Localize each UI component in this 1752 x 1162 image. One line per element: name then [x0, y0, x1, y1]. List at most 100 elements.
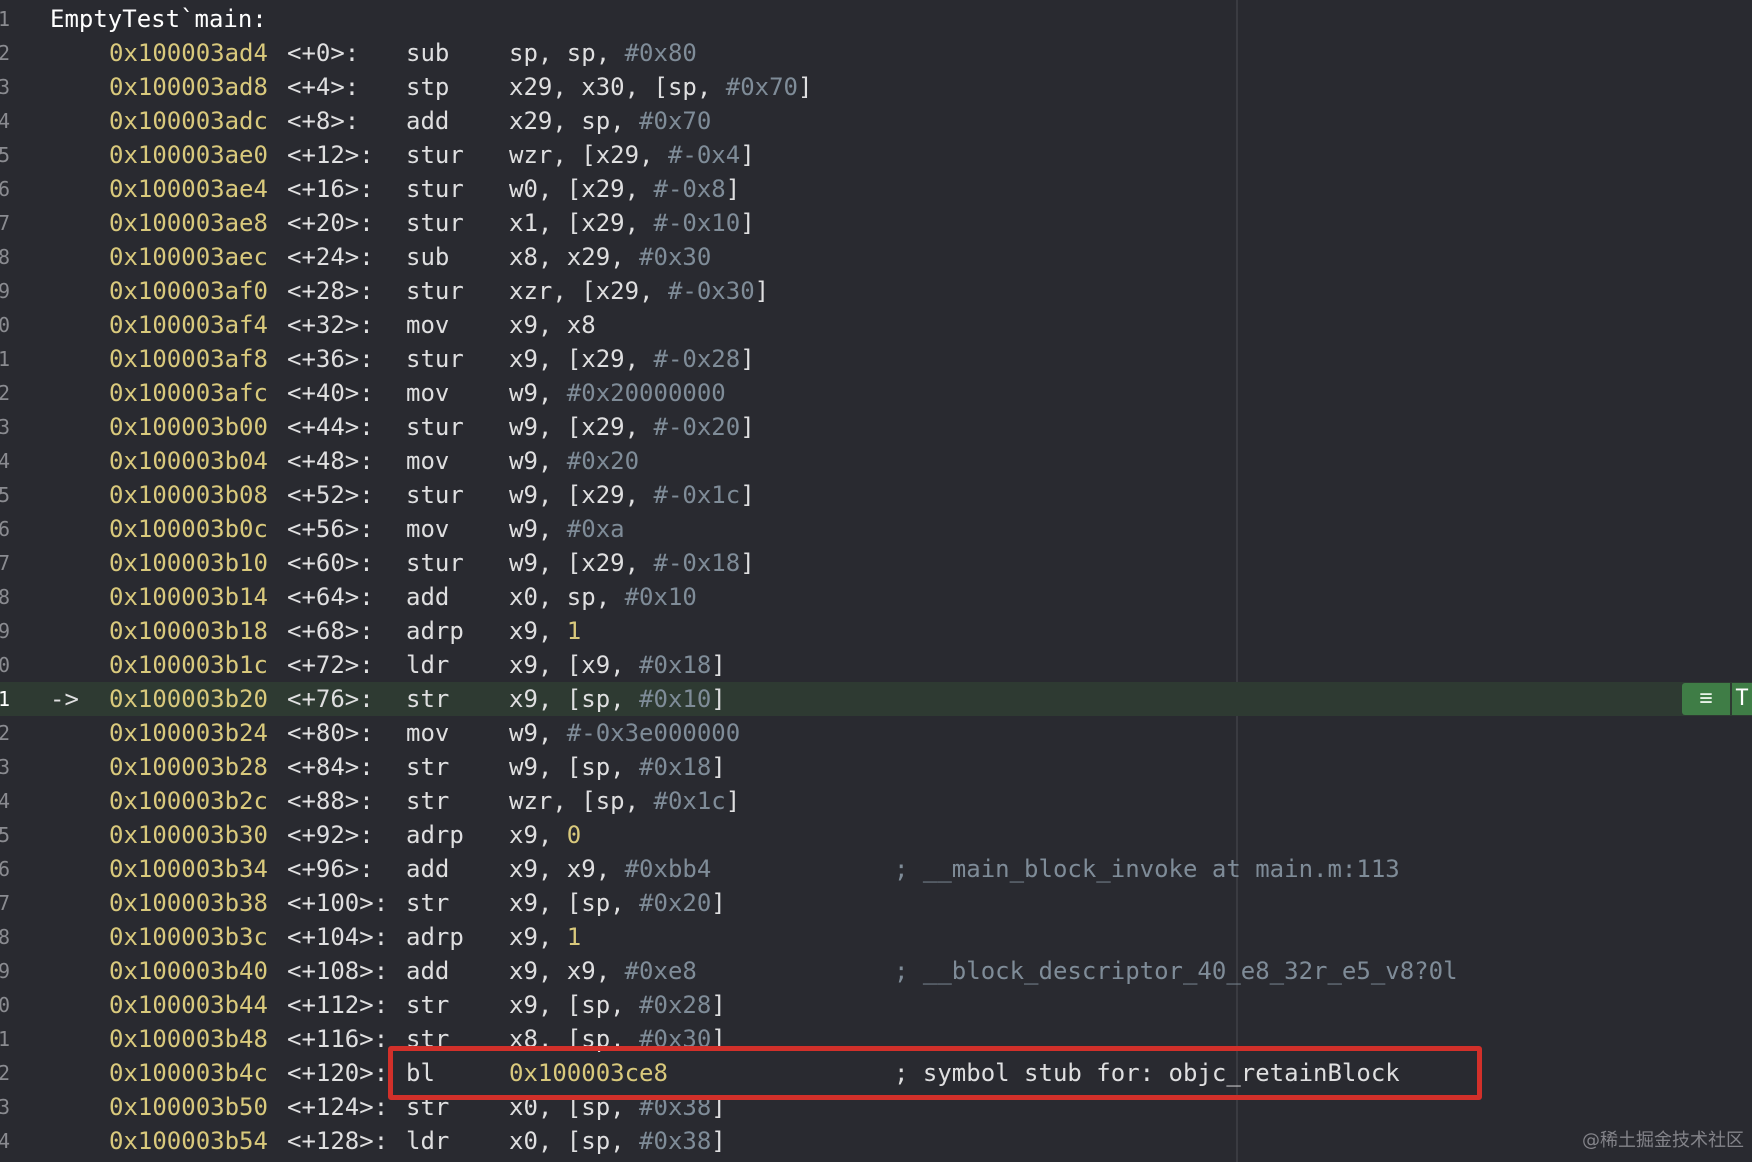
instruction-line[interactable]: 3 0x100003b28 <+84>: str w9, [sp, #0x18] — [0, 750, 1752, 784]
instruction-line[interactable]: 8 0x100003aec <+24>: sub x8, x29, #0x30 — [0, 240, 1752, 274]
instruction-line[interactable]: 9 0x100003af0 <+28>: stur xzr, [x29, #-0x30] — [0, 274, 1752, 308]
instruction-line[interactable]: 4 0x100003b54 <+128>: ldr x0, [sp, #0x38] — [0, 1124, 1752, 1158]
line-number[interactable]: 8 — [0, 580, 10, 614]
instruction-line[interactable]: 2 0x100003afc <+40>: mov w9, #0x20000000 — [0, 376, 1752, 410]
disassembly-listing[interactable]: 1 EmptyTest`main: 2 0x100003ad4 <+0>: sub sp, … — [0, 2, 1752, 1158]
line-number[interactable]: 1 — [0, 682, 10, 716]
instruction-line[interactable]: 0 0x100003af4 <+32>: mov x9, x8 — [0, 308, 1752, 342]
register-operand: x0, [sp, — [509, 1127, 640, 1155]
instruction-offset: <+124>: — [287, 1093, 389, 1121]
register-operand: xzr, [x29, — [509, 277, 668, 305]
line-number[interactable]: 2 — [0, 36, 10, 70]
instruction-line[interactable]: 7 0x100003b10 <+60>: stur w9, [x29, #-0x18] — [0, 546, 1752, 580]
line-number[interactable]: 6 — [0, 852, 10, 886]
instruction-address: 0x100003af4 — [109, 311, 268, 339]
line-number[interactable]: 3 — [0, 750, 10, 784]
instruction-line[interactable]: 4 0x100003adc <+8>: add x29, sp, #0x70 — [0, 104, 1752, 138]
line-number[interactable]: 5 — [0, 818, 10, 852]
current-instruction-line[interactable]: 1 -> 0x100003b20 <+76>: str x9, [sp, #0x10] ≡ T — [0, 682, 1752, 716]
line-number[interactable]: 5 — [0, 478, 10, 512]
instruction-line[interactable]: 3 0x100003b00 <+44>: stur w9, [x29, #-0x20] — [0, 410, 1752, 444]
register-operand: ] — [711, 1025, 726, 1053]
line-number[interactable]: 1 — [0, 1022, 10, 1056]
instruction-line[interactable]: 6 0x100003b0c <+56>: mov w9, #0xa — [0, 512, 1752, 546]
immediate-operand: #0x38 — [639, 1093, 712, 1121]
instruction-line[interactable]: 1 0x100003af8 <+36>: stur x9, [x29, #-0x28] — [0, 342, 1752, 376]
instruction-offset: <+88>: — [287, 787, 374, 815]
line-number[interactable]: 8 — [0, 920, 10, 954]
instruction-line[interactable]: 8 0x100003b14 <+64>: add x0, sp, #0x10 — [0, 580, 1752, 614]
instruction-operands: x9, [sp, #0x28] — [509, 988, 726, 1022]
register-operand: x0, sp, — [509, 583, 625, 611]
instruction-line[interactable]: 8 0x100003b3c <+104>: adrp x9, 1 — [0, 920, 1752, 954]
symbol-title-line[interactable]: 1 EmptyTest`main: — [0, 2, 1752, 36]
instruction-line[interactable]: 6 0x100003ae4 <+16>: stur w0, [x29, #-0x8] — [0, 172, 1752, 206]
immediate-operand: #0x10 — [624, 583, 697, 611]
instruction-operands: w9, [x29, #-0x18] — [509, 546, 755, 580]
line-number[interactable]: 7 — [0, 206, 10, 240]
instruction-line[interactable]: 0 0x100003b1c <+72>: ldr x9, [x9, #0x18] — [0, 648, 1752, 682]
register-operand: x9, [x9, — [509, 651, 640, 679]
line-number[interactable]: 7 — [0, 886, 10, 920]
instruction-line[interactable]: 7 0x100003b38 <+100>: str x9, [sp, #0x20] — [0, 886, 1752, 920]
instruction-operands: x9, [sp, #0x20] — [509, 886, 726, 920]
instruction-offset: <+4>: — [287, 73, 360, 101]
line-number[interactable]: 8 — [0, 240, 10, 274]
line-number[interactable]: 3 — [0, 410, 10, 444]
line-number[interactable]: 9 — [0, 614, 10, 648]
immediate-operand: #0x30 — [639, 1025, 712, 1053]
instruction-mnemonic: adrp — [406, 821, 464, 849]
instruction-operands: x9, [x9, #0x18] — [509, 648, 726, 682]
instruction-line[interactable]: 3 0x100003b50 <+124>: str x0, [sp, #0x38] — [0, 1090, 1752, 1124]
instruction-line[interactable]: 5 0x100003b08 <+52>: stur w9, [x29, #-0x1c] — [0, 478, 1752, 512]
line-number[interactable]: 4 — [0, 1124, 10, 1158]
line-number[interactable]: 9 — [0, 954, 10, 988]
line-number[interactable]: 6 — [0, 512, 10, 546]
instruction-line[interactable]: 4 0x100003b04 <+48>: mov w9, #0x20 — [0, 444, 1752, 478]
register-operand: sp, sp, — [509, 39, 625, 67]
instruction-line[interactable]: 4 0x100003b2c <+88>: str wzr, [sp, #0x1c] — [0, 784, 1752, 818]
line-number[interactable]: 9 — [0, 274, 10, 308]
immediate-operand: #-0x1c — [653, 481, 741, 509]
immediate-operand: #0x30 — [639, 243, 712, 271]
line-number[interactable]: 1 — [0, 2, 10, 36]
instruction-line[interactable]: 7 0x100003ae8 <+20>: stur x1, [x29, #-0x10] — [0, 206, 1752, 240]
disassembly-editor[interactable]: 1 EmptyTest`main: 2 0x100003ad4 <+0>: sub sp, … — [0, 0, 1752, 1162]
instruction-line[interactable]: 2 0x100003ad4 <+0>: sub sp, sp, #0x80 — [0, 36, 1752, 70]
instruction-offset: <+112>: — [287, 991, 389, 1019]
instruction-line[interactable]: 5 0x100003ae0 <+12>: stur wzr, [x29, #-0x4] — [0, 138, 1752, 172]
line-number[interactable]: 1 — [0, 342, 10, 376]
register-operand: ] — [711, 991, 726, 1019]
instruction-mnemonic: add — [406, 107, 450, 135]
line-number[interactable]: 5 — [0, 138, 10, 172]
line-number[interactable]: 6 — [0, 172, 10, 206]
immediate-operand: #0x80 — [624, 39, 697, 67]
line-number[interactable]: 2 — [0, 1056, 10, 1090]
line-number[interactable]: 4 — [0, 444, 10, 478]
instruction-line[interactable]: 9 0x100003b40 <+108>: add x9, x9, #0xe8 ; __b… — [0, 954, 1752, 988]
line-number[interactable]: 0 — [0, 308, 10, 342]
line-number[interactable]: 4 — [0, 784, 10, 818]
instruction-mnemonic: mov — [406, 379, 450, 407]
line-number[interactable]: 3 — [0, 70, 10, 104]
instruction-line[interactable]: 0 0x100003b44 <+112>: str x9, [sp, #0x28] — [0, 988, 1752, 1022]
instruction-line[interactable]: 3 0x100003ad8 <+4>: stp x29, x30, [sp, #0x70… — [0, 70, 1752, 104]
pc-marker-menu-icon[interactable]: ≡ — [1682, 683, 1730, 715]
instruction-line[interactable]: 6 0x100003b34 <+96>: add x9, x9, #0xbb4 ; __m… — [0, 852, 1752, 886]
line-number[interactable]: 2 — [0, 376, 10, 410]
thread-indicator-badge[interactable]: T — [1732, 683, 1752, 715]
instruction-line[interactable]: 2 0x100003b24 <+80>: mov w9, #-0x3e000000 — [0, 716, 1752, 750]
line-number[interactable]: 2 — [0, 716, 10, 750]
line-number[interactable]: 7 — [0, 546, 10, 580]
instruction-line[interactable]: 9 0x100003b18 <+68>: adrp x9, 1 — [0, 614, 1752, 648]
instruction-line[interactable]: 5 0x100003b30 <+92>: adrp x9, 0 — [0, 818, 1752, 852]
line-number[interactable]: 0 — [0, 648, 10, 682]
instruction-line[interactable]: 1 0x100003b48 <+116>: str x8, [sp, #0x30] — [0, 1022, 1752, 1056]
line-number[interactable]: 4 — [0, 104, 10, 138]
instruction-mnemonic: adrp — [406, 923, 464, 951]
instruction-comment: ; __main_block_invoke at main.m:113 — [894, 855, 1400, 883]
line-number[interactable]: 0 — [0, 988, 10, 1022]
register-operand: x9, x8 — [509, 311, 596, 339]
instruction-line[interactable]: 2 0x100003b4c <+120>: bl 0x100003ce8 ; symbol… — [0, 1056, 1752, 1090]
line-number[interactable]: 3 — [0, 1090, 10, 1124]
